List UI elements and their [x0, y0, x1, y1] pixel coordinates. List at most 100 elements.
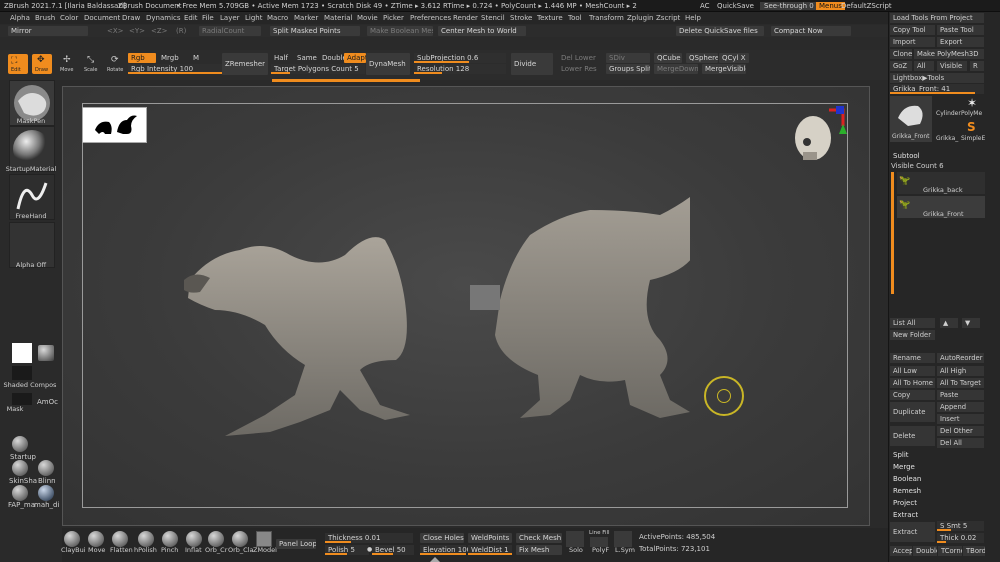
copy-button[interactable]: Copy — [890, 390, 935, 400]
goz-button[interactable]: GoZ — [890, 61, 912, 71]
menu-document[interactable]: Document — [84, 14, 120, 22]
sdiv-slider[interactable]: SDiv — [606, 53, 650, 63]
all-to-target-button[interactable]: All To Target — [937, 378, 984, 388]
import-button[interactable]: Import — [890, 37, 935, 47]
rgb-toggle[interactable]: Rgb — [128, 53, 156, 63]
elevation-slider[interactable]: Elevation 100 — [420, 545, 471, 555]
menu-render[interactable]: Render — [453, 14, 478, 22]
grikka-thumb[interactable]: Grikka_ — [936, 120, 958, 142]
scale-mode-button[interactable]: ⤡ Scale — [82, 54, 102, 74]
qcube-button[interactable]: QCube — [654, 53, 682, 63]
creature-sculpt[interactable] — [170, 160, 690, 445]
mah-material-icon[interactable] — [38, 485, 54, 501]
menu-zscript[interactable]: Zscript — [656, 14, 680, 22]
make-boolean-mesh-button[interactable]: Make Boolean Mesh — [367, 26, 433, 36]
radial-toggle[interactable]: (R) — [173, 26, 189, 36]
hpolish-brush-icon[interactable] — [138, 531, 154, 547]
thick-slider[interactable]: Thick 0.02 — [937, 533, 984, 543]
rename-button[interactable]: Rename — [890, 353, 935, 363]
rgb-intensity-slider[interactable]: Rgb Intensity 100 — [128, 64, 222, 74]
adapt-toggle[interactable]: Adapt — [344, 53, 366, 63]
lightbox-tools-button[interactable]: Lightbox▶Tools — [890, 73, 984, 83]
menu-transform[interactable]: Transform — [589, 14, 624, 22]
menu-texture[interactable]: Texture — [537, 14, 563, 22]
menu-edit[interactable]: Edit — [184, 14, 198, 22]
same-button[interactable]: Same — [294, 53, 318, 63]
radial-count-slider[interactable]: RadialCount — [199, 26, 261, 36]
skinshade-material-icon[interactable] — [12, 460, 28, 476]
fap-material-icon[interactable] — [12, 485, 28, 501]
menu-picker[interactable]: Picker — [383, 14, 404, 22]
current-tool-slider[interactable]: Grikka_Front: 41 — [890, 84, 984, 94]
amoc-label[interactable]: AmOc — [37, 398, 58, 406]
del-other-button[interactable]: Del Other — [937, 426, 984, 436]
see-through-slider[interactable]: See-through 0 — [760, 2, 818, 10]
merge-visible-button[interactable]: MergeVisible — [702, 64, 746, 74]
move-mode-button[interactable]: ✢ Move — [58, 54, 78, 74]
rotate-mode-button[interactable]: ⟳ Rotate — [106, 54, 126, 74]
orb-clay-brush-icon[interactable] — [232, 531, 248, 547]
polish-slider[interactable]: Polish 5 — [325, 545, 369, 555]
current-tool-thumb[interactable]: Grikka_Front — [890, 96, 932, 142]
del-all-button[interactable]: Del All — [937, 438, 984, 448]
check-mesh-button[interactable]: Check Mesh Int — [516, 533, 562, 543]
ac-label[interactable]: AC — [700, 2, 710, 10]
bpr-thumb[interactable] — [38, 345, 54, 361]
panel-loops-button[interactable]: Panel Loops — [276, 539, 316, 549]
menu-layer[interactable]: Layer — [220, 14, 240, 22]
list-all-button[interactable]: List All — [890, 318, 935, 328]
default-zscript[interactable]: DefaultZScript — [841, 2, 892, 10]
resolution-slider[interactable]: Resolution 128 — [414, 64, 506, 74]
merge-down-button[interactable]: MergeDown — [654, 64, 698, 74]
navigator-thumbnail[interactable] — [82, 107, 147, 143]
groups-split-button[interactable]: Groups Split — [606, 64, 650, 74]
subtool-item-front[interactable]: 🦖 Grikka_Front — [897, 196, 985, 218]
menu-stencil[interactable]: Stencil — [481, 14, 505, 22]
s-smt-slider[interactable]: S Smt 5 — [937, 521, 984, 531]
menu-tool[interactable]: Tool — [568, 14, 582, 22]
move-down-arrow-icon[interactable]: ▼ — [962, 318, 980, 328]
startup-material-icon[interactable] — [12, 436, 28, 452]
load-tools-button[interactable]: Load Tools From Project — [890, 13, 984, 23]
double-button[interactable]: Double — [319, 53, 345, 63]
m-toggle[interactable]: M — [190, 53, 208, 63]
export-button[interactable]: Export — [937, 37, 984, 47]
welddist-slider[interactable]: WeldDist 1 — [468, 545, 512, 555]
remesh-section[interactable]: Remesh — [893, 487, 921, 495]
move-brush-icon[interactable] — [88, 531, 104, 547]
copy-tool-button[interactable]: Copy Tool — [890, 25, 935, 35]
sym-y-toggle[interactable]: <Y> — [126, 26, 148, 36]
menu-movie[interactable]: Movie — [357, 14, 378, 22]
tborder-toggle[interactable]: TBorde — [963, 546, 985, 556]
all-high-button[interactable]: All High — [937, 366, 984, 376]
menu-macro[interactable]: Macro — [267, 14, 288, 22]
menu-color[interactable]: Color — [60, 14, 78, 22]
make-polymesh-button[interactable]: Make PolyMesh3D — [914, 49, 984, 59]
weldpoints-button[interactable]: WeldPoints — [468, 533, 512, 543]
boolean-section[interactable]: Boolean — [893, 475, 921, 483]
pinch-brush-icon[interactable] — [162, 531, 178, 547]
split-section[interactable]: Split — [893, 451, 909, 459]
half-button[interactable]: Half — [271, 53, 293, 63]
delete-quicksave-button[interactable]: Delete QuickSave files — [676, 26, 764, 36]
compact-now-button[interactable]: Compact Now — [771, 26, 851, 36]
qcyl-button[interactable]: QCyl X — [719, 53, 749, 63]
menu-material[interactable]: Material — [324, 14, 352, 22]
duplicate-button[interactable]: Duplicate — [890, 402, 935, 422]
menu-draw[interactable]: Draw — [122, 14, 140, 22]
mrgb-toggle[interactable]: Mrgb — [158, 53, 190, 63]
inflate-brush-icon[interactable] — [186, 531, 202, 547]
clone-button[interactable]: Clone — [890, 49, 912, 59]
r-button[interactable]: R — [970, 61, 984, 71]
subtool-item-back[interactable]: 🦖 Grikka_back — [897, 172, 985, 194]
extract-section[interactable]: Extract — [893, 511, 918, 519]
claybuildup-brush-icon[interactable] — [64, 531, 80, 547]
lower-res-button[interactable]: Lower Res — [558, 64, 600, 74]
dynamesh-button[interactable]: DynaMesh — [366, 53, 410, 75]
quicksave-button[interactable]: QuickSave — [717, 2, 754, 10]
menu-dynamics[interactable]: Dynamics — [146, 14, 181, 22]
texture-thumb[interactable] — [12, 343, 32, 363]
all-low-button[interactable]: All Low — [890, 366, 935, 376]
simple-brush-thumb[interactable]: S SimpleE — [961, 120, 985, 142]
subtool-scrollbar[interactable] — [891, 172, 894, 294]
